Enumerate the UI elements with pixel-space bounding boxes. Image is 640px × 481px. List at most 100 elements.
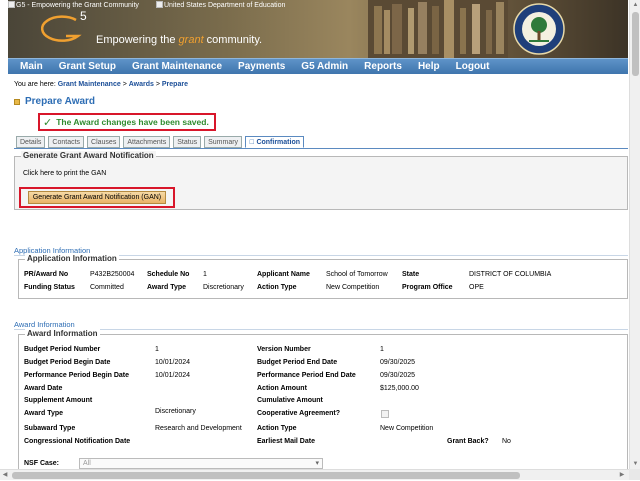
- award-type-label: Award Type: [24, 410, 64, 417]
- action-type-label: Action Type: [257, 284, 297, 291]
- pp-begin-label: Performance Period Begin Date: [24, 372, 130, 379]
- bookshelf-image: [368, 0, 508, 58]
- tab-confirmation[interactable]: ☐ Confirmation: [245, 136, 305, 148]
- breadcrumb-grant-maintenance[interactable]: Grant Maintenance: [58, 81, 121, 88]
- success-text: The Award changes have been saved.: [56, 117, 209, 127]
- broken-image-icon: [156, 1, 163, 8]
- scroll-up-arrow-icon[interactable]: ▲: [630, 0, 640, 10]
- scroll-left-arrow-icon[interactable]: ◀: [0, 470, 10, 481]
- award-fieldset: Award Information Budget Period Number 1…: [18, 329, 628, 474]
- subaward-type-label: Subaward Type: [24, 425, 76, 432]
- application-fieldset: Application Information PR/Award No P432…: [18, 254, 628, 299]
- page-title: Prepare Award: [25, 96, 96, 107]
- action-type-value: New Competition: [326, 284, 380, 291]
- nav-help[interactable]: Help: [418, 61, 440, 72]
- horizontal-scrollbar[interactable]: ◀ ▶: [0, 469, 629, 480]
- applicant-name-label: Applicant Name: [257, 271, 310, 278]
- pr-award-no-value: P432B250004: [90, 271, 135, 278]
- nav-main[interactable]: Main: [20, 61, 43, 72]
- chevron-down-icon: ▾: [315, 460, 319, 467]
- gan-fieldset: Generate Grant Award Notification Click …: [14, 151, 628, 210]
- broken-image-icon: [8, 1, 15, 8]
- nav-g5-admin[interactable]: G5 Admin: [301, 61, 348, 72]
- tab-clauses[interactable]: Clauses: [87, 136, 121, 148]
- tab-contacts[interactable]: Contacts: [48, 136, 85, 148]
- document-icon: ☐: [249, 140, 255, 146]
- tab-attachments[interactable]: Attachments: [123, 136, 171, 148]
- pp-end-label: Performance Period End Date: [257, 372, 356, 379]
- generate-gan-button[interactable]: Generate Grant Award Notification (GAN): [27, 191, 167, 204]
- award-date-label: Award Date: [24, 385, 63, 392]
- nav-logout[interactable]: Logout: [456, 61, 490, 72]
- budget-period-number-value: 1: [155, 346, 159, 353]
- application-legend: Application Information: [25, 254, 119, 263]
- cooperative-agreement-checkbox[interactable]: [381, 410, 389, 418]
- schedule-no-value: 1: [203, 271, 207, 278]
- earliest-mail-date-label: Earliest Mail Date: [257, 438, 315, 445]
- breadcrumb-prepare[interactable]: Prepare: [162, 81, 188, 88]
- g5-logo-5: 5: [80, 9, 87, 23]
- pp-end-value: 09/30/2025: [380, 372, 416, 379]
- site-header: G5 - Empowering the Grant Community Unit…: [8, 0, 628, 58]
- main-nav: Main Grant Setup Grant Maintenance Payme…: [8, 58, 628, 74]
- version-number-label: Version Number: [257, 346, 311, 353]
- bp-begin-value: 10/01/2024: [155, 359, 191, 366]
- action-type-label: Action Type: [257, 425, 297, 432]
- schedule-no-label: Schedule No: [147, 271, 190, 278]
- page-title-row: Prepare Award: [14, 96, 95, 107]
- g5-logo: 5: [40, 9, 87, 42]
- cumulative-amount-label: Cumulative Amount: [257, 397, 323, 404]
- award-type-label: Award Type: [147, 284, 187, 291]
- horizontal-scroll-thumb[interactable]: [12, 472, 520, 479]
- action-amount-label: Action Amount: [257, 385, 307, 392]
- title-bullet-icon: [14, 98, 20, 105]
- award-section-title: Award Information: [14, 320, 75, 329]
- nav-reports[interactable]: Reports: [364, 61, 402, 72]
- scrollbar-corner: [629, 469, 640, 480]
- nsf-case-select[interactable]: All ▾: [79, 458, 323, 469]
- breadcrumb: You are here: Grant Maintenance > Awards…: [14, 81, 188, 88]
- department-seal-icon: [513, 3, 565, 55]
- applicant-name-value: School of Tomorrow: [326, 271, 388, 278]
- success-message: ✓ The Award changes have been saved.: [38, 113, 216, 131]
- funding-status-label: Funding Status: [24, 284, 75, 291]
- tab-status[interactable]: Status: [173, 136, 202, 148]
- pr-award-no-label: PR/Award No: [24, 271, 69, 278]
- congressional-notification-date-label: Congressional Notification Date: [24, 438, 131, 445]
- award-tabs: Details Contacts Clauses Attachments Sta…: [16, 136, 307, 148]
- gan-legend: Generate Grant Award Notification: [21, 151, 156, 160]
- bp-end-value: 09/30/2025: [380, 359, 416, 366]
- vertical-scrollbar[interactable]: ▲ ▼: [629, 0, 640, 469]
- state-value: DISTRICT OF COLUMBIA: [469, 271, 552, 278]
- tab-details[interactable]: Details: [16, 136, 46, 148]
- tagline: Empowering the grant community.: [96, 34, 263, 46]
- bp-begin-label: Budget Period Begin Date: [24, 359, 111, 366]
- nav-payments[interactable]: Payments: [238, 61, 285, 72]
- program-office-label: Program Office: [402, 284, 453, 291]
- vertical-scroll-thumb[interactable]: [632, 12, 639, 76]
- scroll-right-arrow-icon[interactable]: ▶: [617, 470, 627, 481]
- tab-underline: [14, 148, 628, 149]
- grant-back-value: No: [502, 438, 511, 445]
- scroll-down-arrow-icon[interactable]: ▼: [630, 459, 640, 469]
- award-type-value: Discretionary: [155, 408, 196, 415]
- budget-period-number-label: Budget Period Number: [24, 346, 101, 353]
- action-type-value: New Competition: [380, 425, 434, 432]
- grant-back-label: Grant Back?: [447, 438, 489, 445]
- nav-grant-setup[interactable]: Grant Setup: [59, 61, 116, 72]
- gan-button-highlight: Generate Grant Award Notification (GAN): [19, 187, 175, 208]
- supplement-amount-label: Supplement Amount: [24, 397, 93, 404]
- section-divider: [14, 329, 628, 330]
- ed-banner-alt-text: United States Department of Education: [156, 1, 285, 9]
- nav-grant-maintenance[interactable]: Grant Maintenance: [132, 61, 222, 72]
- version-number-value: 1: [380, 346, 384, 353]
- breadcrumb-awards[interactable]: Awards: [129, 81, 154, 88]
- nsf-case-label: NSF Case:: [24, 460, 60, 467]
- program-office-value: OPE: [469, 284, 484, 291]
- tab-summary[interactable]: Summary: [204, 136, 243, 148]
- state-label: State: [402, 271, 420, 278]
- cooperative-agreement-label: Cooperative Agreement?: [257, 410, 340, 417]
- award-type-value: Discretionary: [203, 284, 244, 291]
- award-legend: Award Information: [25, 329, 100, 338]
- funding-status-value: Committed: [90, 284, 124, 291]
